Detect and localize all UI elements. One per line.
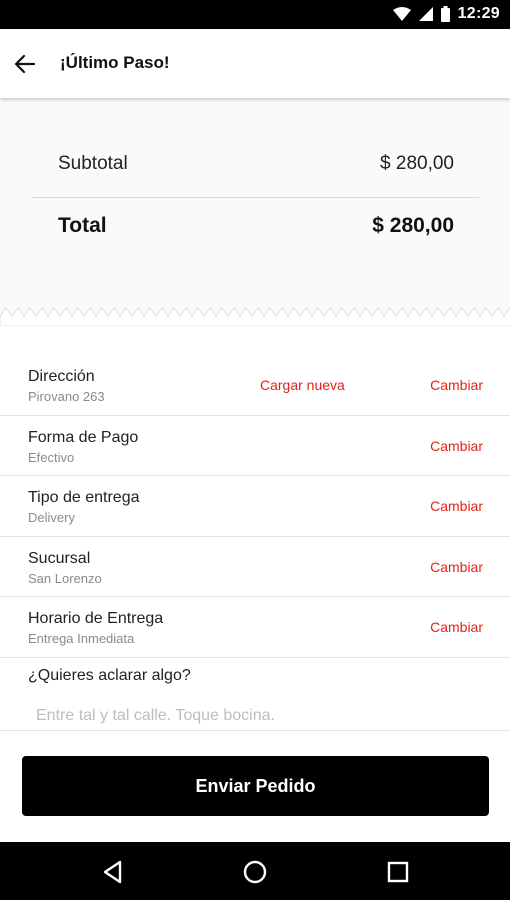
total-row: Total $ 280,00 xyxy=(58,214,454,238)
detail-label: Forma de Pago xyxy=(28,428,139,446)
detail-row-address[interactable]: Dirección Pirovano 263 Cargar nueva Camb… xyxy=(0,355,510,416)
change-delivery-time-button[interactable]: Cambiar xyxy=(430,619,483,635)
status-time: 12:29 xyxy=(457,5,500,22)
home-circle-icon xyxy=(243,860,267,884)
status-icons: 12:29 xyxy=(392,5,500,23)
change-delivery-type-button[interactable]: Cambiar xyxy=(430,498,483,514)
recents-square-icon xyxy=(387,861,409,883)
detail-label: Tipo de entrega xyxy=(28,489,140,506)
status-bar: 12:29 xyxy=(0,0,510,29)
detail-value: Efectivo xyxy=(28,449,75,465)
total-value: $ 280,00 xyxy=(372,214,454,237)
notes-input[interactable] xyxy=(36,707,476,725)
submit-order-button[interactable]: Enviar Pedido xyxy=(22,756,489,816)
arrow-left-icon xyxy=(14,54,36,74)
total-label: Total xyxy=(58,214,107,237)
battery-icon xyxy=(440,6,450,22)
back-button[interactable] xyxy=(14,53,36,75)
detail-label: Sucursal xyxy=(28,549,91,567)
detail-value: Delivery xyxy=(28,510,75,525)
app-bar: ¡Último Paso! xyxy=(0,29,510,98)
signal-icon xyxy=(418,7,433,21)
detail-value: San Lorenzo xyxy=(28,570,102,586)
summary-divider xyxy=(32,197,479,198)
nav-recents-button[interactable] xyxy=(385,859,411,885)
order-details-list: Dirección Pirovano 263 Cargar nueva Camb… xyxy=(0,355,510,658)
subtotal-value: $ 280,00 xyxy=(380,153,454,174)
back-triangle-icon xyxy=(103,860,122,884)
notes-section: ¿Quieres aclarar algo? xyxy=(0,657,510,731)
change-payment-button[interactable]: Cambiar xyxy=(430,438,483,454)
detail-value: Pirovano 263 xyxy=(28,389,105,404)
change-address-button[interactable]: Cambiar xyxy=(430,377,483,393)
detail-row-delivery-time[interactable]: Horario de Entrega Entrega Inmediata Cam… xyxy=(0,597,510,658)
nav-home-button[interactable] xyxy=(242,859,268,885)
nav-back-button[interactable] xyxy=(100,859,126,885)
wifi-icon xyxy=(392,7,411,21)
receipt-edge xyxy=(0,307,510,326)
change-branch-button[interactable]: Cambiar xyxy=(430,559,483,575)
detail-label: Horario de Entrega xyxy=(28,610,164,627)
order-summary: Subtotal $ 280,00 Total $ 280,00 xyxy=(0,98,510,320)
system-nav-bar xyxy=(0,842,510,900)
subtotal-label: Subtotal xyxy=(58,153,128,174)
detail-row-payment[interactable]: Forma de Pago Efectivo Cambiar xyxy=(0,416,510,476)
detail-row-delivery-type[interactable]: Tipo de entrega Delivery Cambiar xyxy=(0,476,510,537)
detail-label: Dirección xyxy=(28,368,95,385)
subtotal-row: Subtotal $ 280,00 xyxy=(58,153,454,175)
notes-label: ¿Quieres aclarar algo? xyxy=(28,667,191,684)
detail-value: Entrega Inmediata xyxy=(28,631,135,646)
detail-row-branch[interactable]: Sucursal San Lorenzo Cambiar xyxy=(0,537,510,597)
page-title: ¡Último Paso! xyxy=(60,53,170,72)
load-new-address-button[interactable]: Cargar nueva xyxy=(260,377,345,393)
